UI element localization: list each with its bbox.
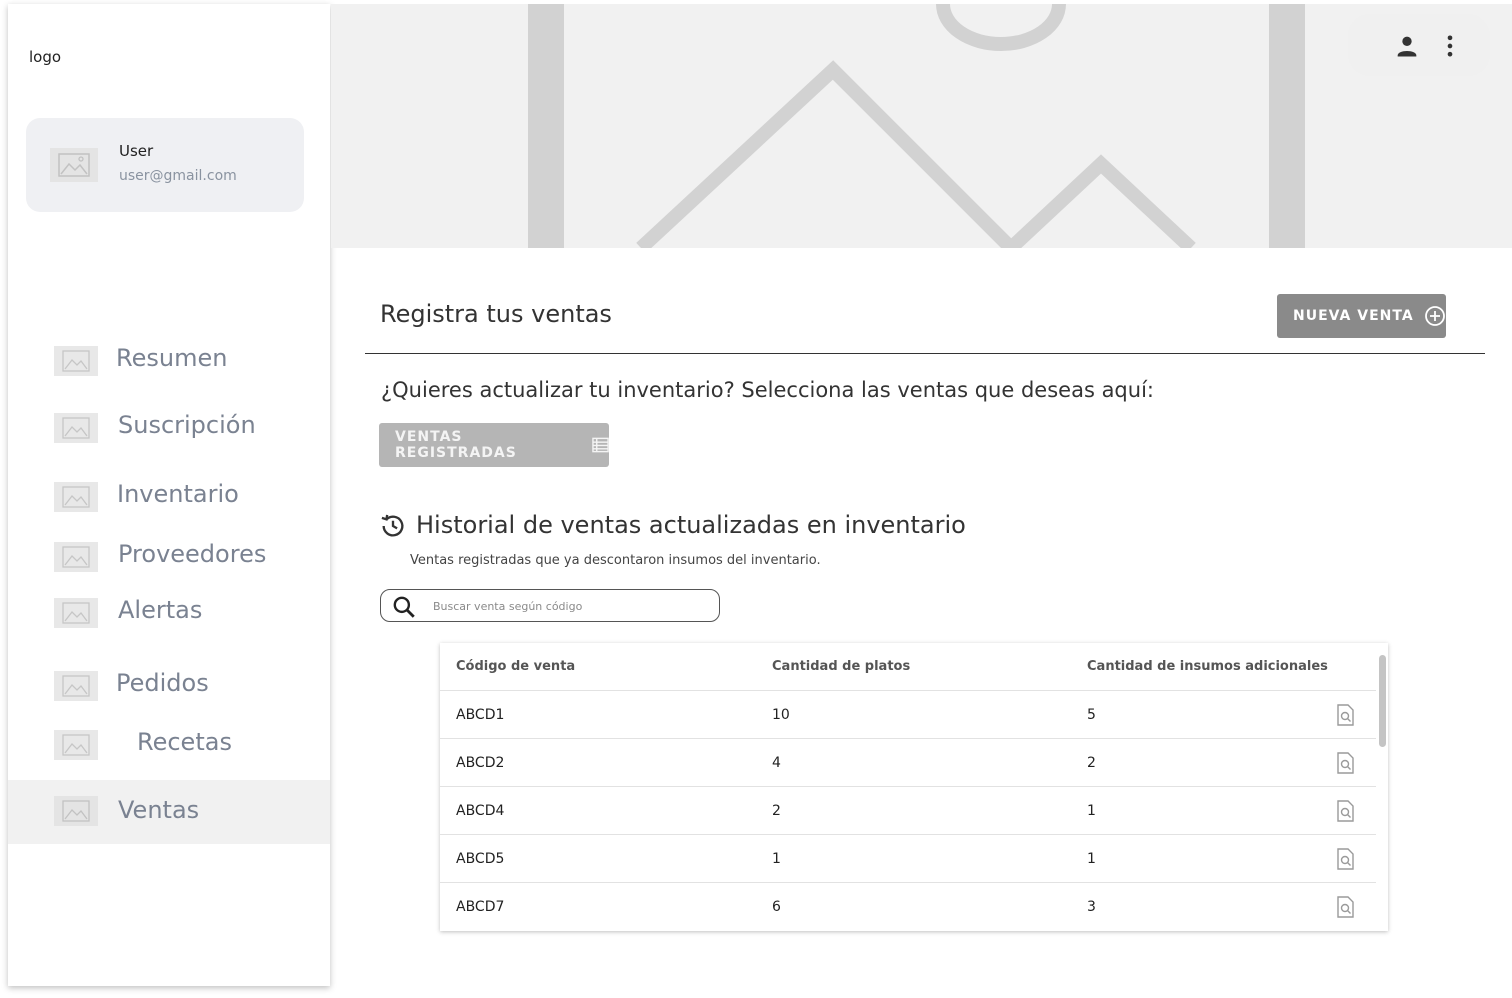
- image-placeholder-icon: [54, 413, 98, 443]
- view-document-icon[interactable]: [1335, 896, 1355, 918]
- extras-count: 3: [1087, 899, 1096, 915]
- new-sale-button[interactable]: NUEVA VENTA: [1277, 294, 1446, 338]
- view-document-icon[interactable]: [1335, 704, 1355, 726]
- sidebar-item-label: Resumen: [116, 344, 228, 372]
- sales-table: Código de venta Cantidad de platos Canti…: [440, 643, 1388, 931]
- search-icon: [393, 596, 415, 618]
- sidebar-item-label: Recetas: [137, 728, 232, 756]
- list-icon: [592, 437, 609, 453]
- history-icon: [381, 514, 404, 537]
- history-subtitle: Ventas registradas que ya descontaron in…: [410, 553, 821, 568]
- sale-code: ABCD7: [456, 899, 505, 915]
- sidebar-item-label: Pedidos: [116, 669, 209, 697]
- search-input[interactable]: [433, 596, 703, 616]
- image-placeholder-icon: [54, 542, 98, 572]
- new-sale-label: NUEVA VENTA: [1293, 308, 1414, 324]
- add-circle-icon: [1424, 306, 1445, 326]
- image-placeholder-icon: [54, 796, 98, 826]
- view-document-icon[interactable]: [1335, 848, 1355, 870]
- table-scrollbar[interactable]: [1377, 655, 1387, 747]
- registered-sales-label: VENTAS REGISTRADAS: [395, 429, 517, 461]
- plates-count: 6: [772, 899, 781, 915]
- column-header-code[interactable]: Código de venta: [456, 659, 575, 674]
- avatar-image-icon: [50, 148, 98, 182]
- table-row[interactable]: ABCD5 1 1: [440, 835, 1376, 883]
- sidebar-item-label: Ventas: [118, 796, 200, 824]
- image-placeholder-icon: [54, 346, 98, 376]
- sidebar: logo User user@gmail.com Resumen Suscrip…: [8, 4, 330, 986]
- user-email: user@gmail.com: [119, 168, 237, 184]
- inventory-question: ¿Quieres actualizar tu inventario? Selec…: [381, 378, 1154, 402]
- table-row[interactable]: ABCD1 10 5: [440, 691, 1376, 739]
- view-document-icon[interactable]: [1335, 800, 1355, 822]
- extras-count: 5: [1087, 707, 1096, 723]
- sidebar-item-label: Suscripción: [118, 411, 256, 439]
- column-header-plates[interactable]: Cantidad de platos: [772, 659, 910, 674]
- extras-count: 1: [1087, 803, 1096, 819]
- sidebar-item-resumen[interactable]: Resumen: [8, 328, 330, 392]
- table-row[interactable]: ABCD2 4 2: [440, 739, 1376, 787]
- table-header: Código de venta Cantidad de platos Canti…: [440, 643, 1376, 691]
- view-document-icon[interactable]: [1335, 752, 1355, 774]
- table-row[interactable]: ABCD4 2 1: [440, 787, 1376, 835]
- sidebar-item-ventas[interactable]: Ventas: [8, 780, 330, 844]
- sale-code: ABCD4: [456, 803, 505, 819]
- extras-count: 2: [1087, 755, 1096, 771]
- sidebar-item-label: Inventario: [117, 480, 239, 508]
- image-placeholder-icon: [54, 671, 98, 701]
- sidebar-item-proveedores[interactable]: Proveedores: [8, 524, 330, 588]
- sale-code: ABCD5: [456, 851, 505, 867]
- extras-count: 1: [1087, 851, 1096, 867]
- plates-count: 4: [772, 755, 781, 771]
- sale-code: ABCD1: [456, 707, 505, 723]
- plates-count: 2: [772, 803, 781, 819]
- column-header-extras[interactable]: Cantidad de insumos adicionales: [1087, 659, 1328, 674]
- page-title: Registra tus ventas: [380, 300, 612, 328]
- table-row[interactable]: ABCD7 6 3: [440, 883, 1376, 931]
- plates-count: 10: [772, 707, 790, 723]
- scrollbar-thumb[interactable]: [1379, 655, 1386, 747]
- divider: [365, 353, 1485, 354]
- more-vert-icon[interactable]: [1436, 32, 1464, 60]
- image-placeholder-icon: [331, 4, 1512, 248]
- sidebar-item-recetas[interactable]: Recetas: [8, 712, 330, 776]
- history-title: Historial de ventas actualizadas en inve…: [416, 511, 966, 539]
- sale-code: ABCD2: [456, 755, 505, 771]
- user-card[interactable]: User user@gmail.com: [26, 118, 304, 212]
- banner-image: [331, 4, 1512, 248]
- sidebar-item-label: Alertas: [118, 596, 203, 624]
- sidebar-item-pedidos[interactable]: Pedidos: [8, 653, 330, 717]
- sidebar-item-alertas[interactable]: Alertas: [8, 580, 330, 644]
- sidebar-item-inventario[interactable]: Inventario: [8, 464, 330, 528]
- image-placeholder-icon: [54, 598, 98, 628]
- plates-count: 1: [772, 851, 781, 867]
- sidebar-item-label: Proveedores: [118, 540, 267, 568]
- top-actions: [1348, 14, 1490, 76]
- image-placeholder-icon: [54, 730, 98, 760]
- user-name: User: [119, 142, 154, 160]
- logo: logo: [29, 48, 62, 66]
- user-icon[interactable]: [1393, 32, 1421, 60]
- image-placeholder-icon: [54, 482, 98, 512]
- registered-sales-button[interactable]: VENTAS REGISTRADAS: [379, 423, 609, 467]
- search-box: [380, 589, 720, 622]
- sidebar-item-suscripcion[interactable]: Suscripción: [8, 395, 330, 459]
